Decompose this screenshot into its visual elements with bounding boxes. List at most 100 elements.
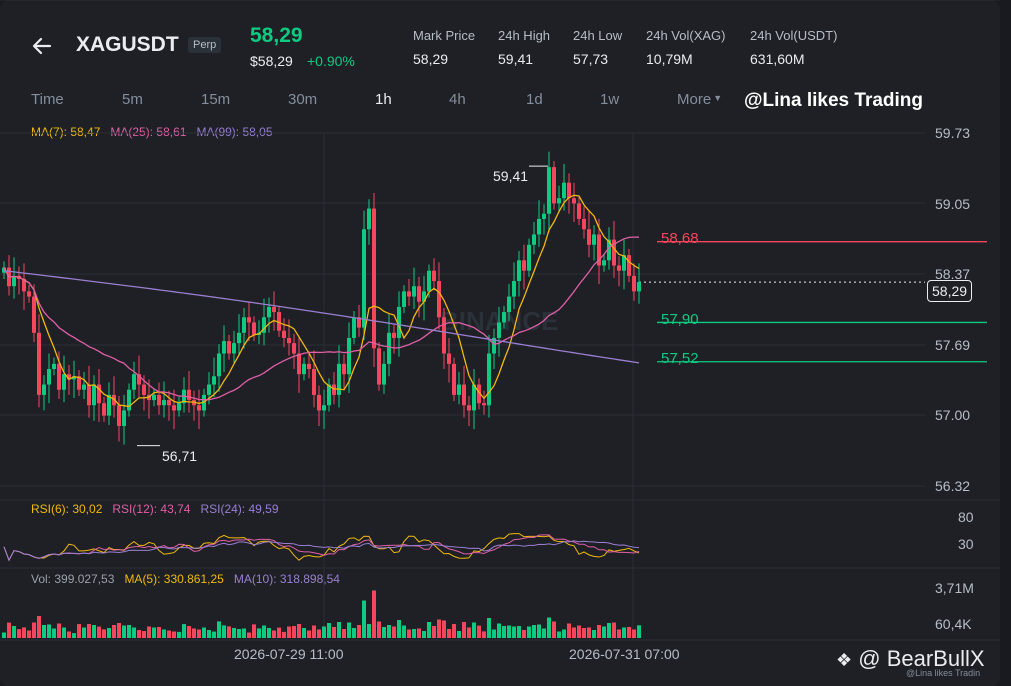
volume-bar xyxy=(37,616,41,638)
candle-body xyxy=(312,369,316,395)
volume-bar xyxy=(162,629,166,638)
volume-bar xyxy=(227,626,231,638)
candle-body xyxy=(212,376,216,385)
volume-bar xyxy=(587,627,591,638)
volume-bar xyxy=(637,625,641,638)
rsi-lines xyxy=(3,533,640,562)
volume-bar xyxy=(562,629,566,638)
candle-body xyxy=(342,363,346,375)
volume-bar xyxy=(212,631,216,638)
volume-bar xyxy=(257,628,261,638)
volume-bar xyxy=(347,622,351,638)
volume-bar xyxy=(612,622,616,638)
volume-bar xyxy=(307,630,311,638)
price-chart[interactable]: BINANCE xyxy=(0,0,1000,686)
candle-body xyxy=(127,389,131,411)
candle-body xyxy=(47,369,51,385)
volume-bar xyxy=(137,630,141,638)
candle-body xyxy=(392,332,396,338)
volume-bar xyxy=(472,622,476,638)
volume-bar xyxy=(607,623,611,638)
candle-body xyxy=(157,394,161,406)
candle-body xyxy=(187,389,191,401)
candle-body xyxy=(442,317,446,354)
volume-bar xyxy=(422,631,426,638)
volume-bar xyxy=(297,624,301,638)
candle-body xyxy=(52,363,56,370)
candle-body xyxy=(102,403,106,416)
volume-bar xyxy=(292,626,296,638)
candle-body xyxy=(37,332,41,395)
candle-body xyxy=(222,341,226,354)
candle-body xyxy=(152,394,156,401)
volume-bar xyxy=(237,629,241,638)
volume-bar xyxy=(122,625,126,638)
candle-body xyxy=(292,343,296,354)
volume-bar xyxy=(372,590,376,638)
candle-body xyxy=(272,306,276,313)
volume-bar xyxy=(92,625,96,638)
volume-bar xyxy=(112,625,116,638)
volume-bar xyxy=(617,629,621,638)
candle-body xyxy=(572,198,576,204)
volume-bar xyxy=(317,629,321,638)
volume-bar xyxy=(597,625,601,638)
volume-bar xyxy=(117,623,121,638)
candle-body xyxy=(282,330,286,338)
candle-body xyxy=(457,384,461,395)
volume-bar xyxy=(377,621,381,638)
volume-bar xyxy=(312,625,316,638)
volume-bar xyxy=(67,631,71,638)
volume-bar xyxy=(627,627,631,638)
volume-bar xyxy=(457,631,461,638)
candle-body xyxy=(577,203,581,219)
candle-body xyxy=(407,291,411,297)
candle-body xyxy=(582,218,586,230)
volume-bar xyxy=(397,620,401,638)
candle-body xyxy=(617,265,621,271)
candle-body xyxy=(87,384,91,406)
volume-bar xyxy=(447,629,451,638)
volume-bar xyxy=(232,628,236,638)
volume-bar xyxy=(432,626,436,638)
candle-body xyxy=(427,270,431,292)
volume-bar xyxy=(32,622,36,638)
candle-body xyxy=(42,384,46,395)
volume-bar xyxy=(557,631,561,638)
volume-bar xyxy=(367,624,371,638)
footer-small-text: @Lina likes Tradin xyxy=(906,668,981,678)
candle-body xyxy=(197,405,201,411)
volume-bar xyxy=(427,622,431,638)
volume-bar xyxy=(342,629,346,638)
volume-bar xyxy=(72,633,76,638)
volume-bar xyxy=(632,629,636,638)
volume-bar xyxy=(357,625,361,638)
volume-bar xyxy=(392,626,396,638)
volume-bar xyxy=(417,628,421,638)
volume-bar xyxy=(127,625,131,638)
volume-bar xyxy=(267,628,271,638)
volume-bar xyxy=(262,625,266,638)
volume-bar xyxy=(87,624,91,638)
candle-body xyxy=(512,281,516,297)
candle-body xyxy=(502,312,506,323)
volume-bar xyxy=(477,625,481,638)
volume-bar xyxy=(142,631,146,638)
volume-bar xyxy=(242,628,246,638)
volume-bar xyxy=(47,624,51,638)
candle-body xyxy=(412,286,416,297)
volume-bars xyxy=(2,590,641,638)
candle-body xyxy=(162,400,166,406)
volume-bar xyxy=(552,621,556,638)
volume-bar xyxy=(182,624,186,638)
volume-bar xyxy=(487,618,491,638)
volume-bar xyxy=(302,628,306,638)
candle-body xyxy=(177,403,181,411)
volume-bar xyxy=(452,624,456,638)
candle-body xyxy=(32,296,36,333)
volume-bar xyxy=(572,627,576,638)
candle-body xyxy=(432,270,436,282)
volume-bar xyxy=(152,627,156,638)
candle-body xyxy=(232,343,236,354)
candle-body xyxy=(317,394,321,411)
